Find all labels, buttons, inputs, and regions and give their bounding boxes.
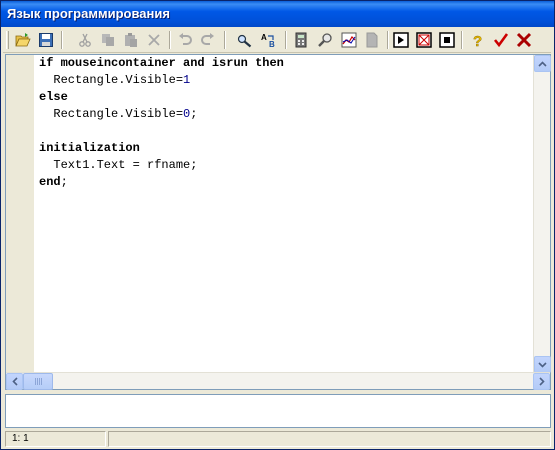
horizontal-scroll-thumb[interactable] [23, 373, 53, 390]
code-line-4: Rectangle.Visible=0; [39, 107, 198, 121]
editor-gutter [6, 55, 34, 373]
replace-button[interactable]: AB [259, 30, 279, 50]
redo-button[interactable] [198, 30, 218, 50]
question-icon: ? [473, 33, 483, 48]
chart-icon [341, 32, 357, 48]
inspect-button[interactable] [315, 30, 335, 50]
toolbar-separator [285, 31, 287, 49]
window: Язык программирования A B ? if mouseinco… [0, 0, 555, 450]
svg-text:B: B [269, 40, 275, 48]
play-icon [393, 32, 409, 48]
svg-text:A: A [261, 33, 267, 42]
stop-icon [439, 32, 455, 48]
status-panel [108, 431, 551, 447]
code-line-6: initialization [39, 140, 140, 156]
ok-button[interactable] [491, 30, 511, 50]
save-disk-icon [39, 33, 53, 47]
open-button[interactable] [13, 30, 33, 50]
cut-button[interactable] [75, 30, 95, 50]
code-area[interactable]: if mouseincontainer and isrun then Recta… [39, 55, 519, 373]
chevron-left-icon [11, 377, 18, 386]
redo-icon [201, 33, 214, 45]
svg-text:?: ? [473, 33, 482, 48]
vertical-scrollbar[interactable] [533, 55, 551, 373]
frame-button[interactable] [414, 30, 434, 50]
horizontal-scrollbar[interactable] [6, 372, 550, 390]
number-literal: 0 [183, 107, 191, 121]
toolbar-separator [461, 31, 463, 49]
scissors-icon [79, 33, 91, 47]
status-bar: 1: 1 [3, 431, 552, 448]
keyword: else [39, 90, 68, 104]
copy-icon [102, 34, 114, 46]
frame-icon [416, 32, 432, 48]
title-bar[interactable]: Язык программирования [1, 1, 554, 27]
window-title: Язык программирования [7, 6, 170, 21]
toolbar-separator [224, 31, 226, 49]
toolbar-separator [61, 31, 63, 49]
scroll-up-button[interactable] [534, 55, 551, 72]
keyword: initialization [39, 141, 140, 155]
help-button[interactable]: ? [467, 30, 487, 50]
toolbar-grip[interactable] [6, 31, 9, 49]
page-button[interactable] [362, 30, 382, 50]
undo-icon [179, 33, 192, 45]
chart-button[interactable] [339, 30, 359, 50]
keyword: end [39, 175, 61, 189]
code-line-7: Text1.Text = rfname; [39, 158, 198, 172]
delete-x-icon [148, 34, 160, 46]
keyword: if [39, 56, 54, 70]
save-button[interactable] [36, 30, 56, 50]
page-icon [366, 32, 378, 48]
scroll-left-button[interactable] [6, 373, 23, 390]
toolbar-separator [169, 31, 171, 49]
code-line-1: if mouseincontainer and isrun then [39, 55, 284, 71]
red-x-icon [516, 32, 532, 48]
undo-button[interactable] [175, 30, 195, 50]
keyword: then [255, 56, 284, 70]
replace-ab-icon: AB [261, 33, 275, 48]
toolbar-separator [387, 31, 389, 49]
chevron-right-icon [538, 377, 545, 386]
stop-button[interactable] [437, 30, 457, 50]
number-literal: 1 [183, 73, 191, 87]
message-pane[interactable] [5, 394, 551, 428]
identifier: isrun [211, 56, 248, 70]
paste-button[interactable] [121, 30, 141, 50]
calculator-button[interactable] [291, 30, 311, 50]
run-button[interactable] [391, 30, 411, 50]
keyword: and [183, 56, 205, 70]
magnifier-icon [318, 33, 332, 47]
chevron-down-icon [538, 361, 547, 368]
find-binoculars-icon [237, 34, 252, 48]
code-line-2: Rectangle.Visible=1 [39, 73, 191, 87]
find-button[interactable] [235, 30, 255, 50]
code-line-8: end; [39, 175, 68, 189]
calculator-icon [295, 32, 307, 48]
toolbar: AB ? [3, 28, 551, 53]
chevron-up-icon [538, 60, 547, 67]
checkmark-icon [493, 33, 509, 48]
open-folder-icon [15, 33, 31, 47]
copy-button[interactable] [98, 30, 118, 50]
paste-icon [125, 33, 137, 47]
code-line-3: else [39, 89, 68, 105]
scroll-down-button[interactable] [534, 356, 551, 373]
cursor-position: 1: 1 [5, 431, 106, 447]
scroll-right-button[interactable] [533, 373, 550, 390]
identifier: mouseincontainer [60, 56, 176, 70]
code-editor[interactable]: if mouseincontainer and isrun then Recta… [5, 54, 551, 390]
delete-button[interactable] [144, 30, 164, 50]
cancel-button[interactable] [514, 30, 534, 50]
